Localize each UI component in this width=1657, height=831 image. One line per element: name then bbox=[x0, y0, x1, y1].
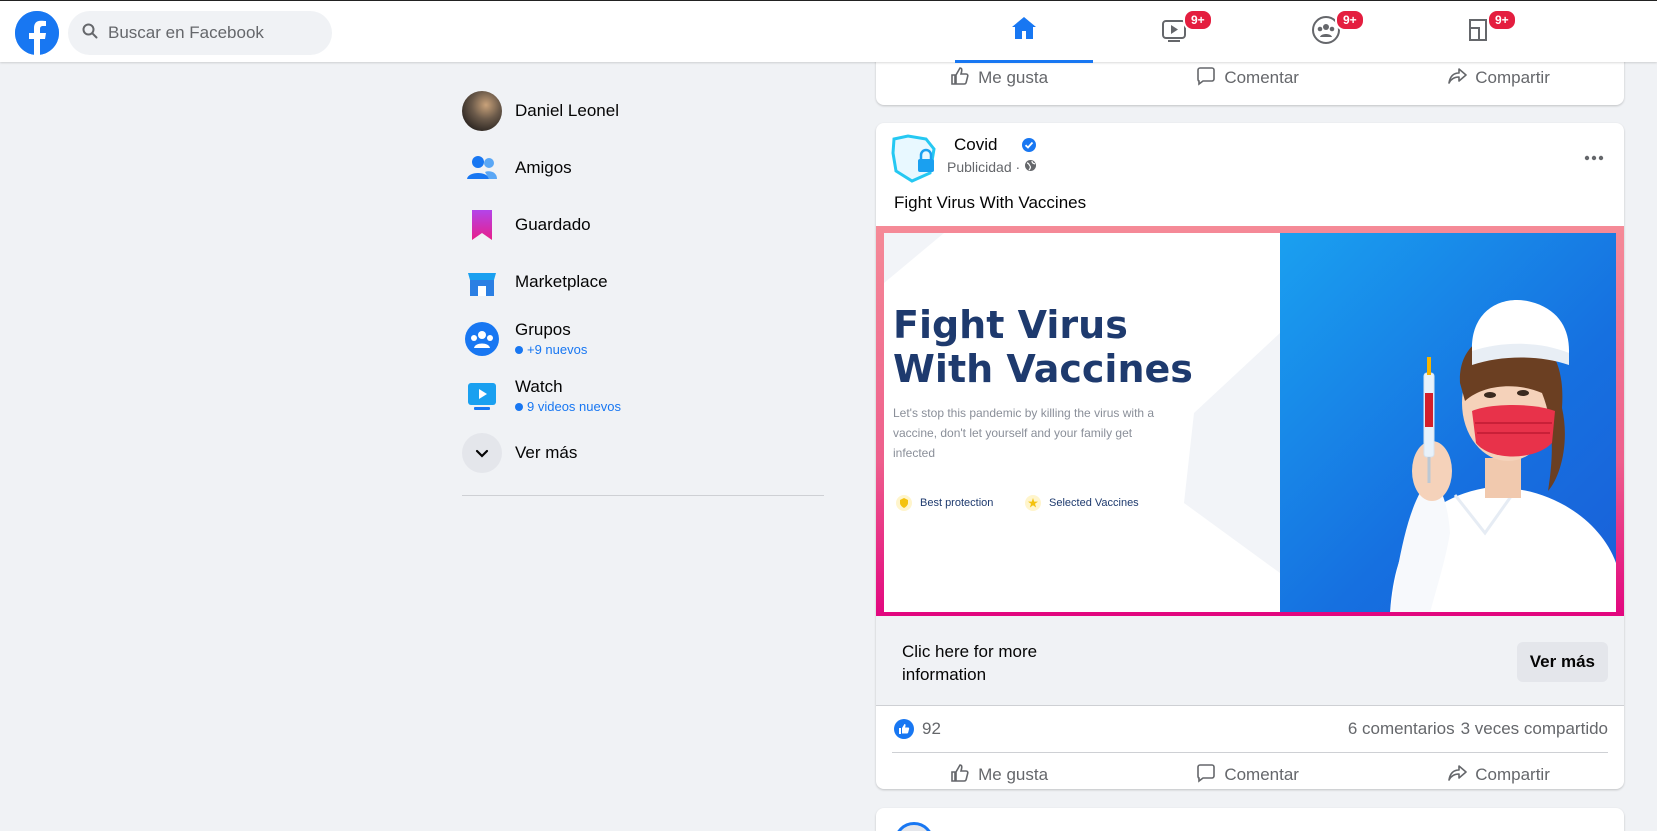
sidebar-item-sub: +9 nuevos bbox=[527, 342, 588, 357]
reactions-summary[interactable]: 92 bbox=[894, 719, 941, 739]
ad-title-line1: Fight Virus bbox=[893, 303, 1128, 347]
ad-banner: Fight Virus With Vaccines Let's stop thi… bbox=[884, 233, 1616, 612]
nurse-illustration bbox=[1390, 300, 1616, 612]
sidebar-item-groups[interactable]: Grupos +9 nuevos bbox=[462, 310, 824, 367]
tab-groups[interactable]: 9+ bbox=[1257, 1, 1395, 63]
avatar bbox=[462, 90, 502, 131]
see-more-button[interactable]: Ver más bbox=[1516, 642, 1608, 682]
share-icon bbox=[1447, 66, 1468, 91]
sidebar-item-subtext: +9 nuevos bbox=[515, 342, 587, 357]
sponsored-label: Publicidad · bbox=[947, 159, 1021, 175]
search-input[interactable] bbox=[108, 23, 308, 43]
tab-watch[interactable]: 9+ bbox=[1105, 1, 1243, 63]
comment-icon bbox=[1196, 763, 1216, 788]
like-count: 92 bbox=[922, 719, 941, 738]
engagement-counts: 6 comentarios 3 veces compartido bbox=[1348, 719, 1608, 739]
share-count[interactable]: 3 veces compartido bbox=[1461, 719, 1608, 739]
share-label: Compartir bbox=[1475, 68, 1550, 87]
shield-icon bbox=[896, 495, 912, 511]
new-dot-icon bbox=[515, 345, 523, 354]
post-stats: 92 6 comentarios 3 veces compartido bbox=[876, 706, 1624, 752]
ad-feature: Best protection bbox=[896, 495, 993, 511]
ad-right-panel bbox=[1280, 233, 1616, 612]
call-to-action-bar: Clic here for more information Ver más bbox=[876, 616, 1624, 706]
like-label: Me gusta bbox=[978, 68, 1049, 87]
ad-feature-label: Selected Vaccines bbox=[1049, 497, 1139, 509]
share-label: Compartir bbox=[1475, 765, 1550, 784]
share-icon bbox=[1447, 763, 1468, 788]
sidebar-item-label: Guardado bbox=[515, 214, 591, 234]
ad-image[interactable]: Fight Virus With Vaccines Let's stop thi… bbox=[876, 226, 1624, 616]
sidebar-item-friends[interactable]: Amigos bbox=[462, 139, 824, 196]
sidebar-item-profile[interactable]: Daniel Leonel bbox=[462, 82, 824, 139]
comment-label: Comentar bbox=[1224, 68, 1299, 87]
sidebar-see-more[interactable]: Ver más bbox=[462, 424, 824, 481]
new-dot-icon bbox=[515, 402, 523, 411]
like-button[interactable]: Me gusta bbox=[920, 757, 1078, 794]
sidebar-divider bbox=[462, 495, 824, 496]
ad-title-line2: With Vaccines bbox=[893, 347, 1193, 391]
watch-icon bbox=[462, 376, 502, 416]
sponsored-post-card: Covid Publicidad · Fight Virus With Vacc… bbox=[876, 123, 1624, 789]
star-icon bbox=[1025, 495, 1041, 511]
comment-label: Comentar bbox=[1224, 765, 1299, 784]
more-options-button[interactable] bbox=[1576, 137, 1612, 173]
facebook-logo[interactable] bbox=[15, 11, 59, 55]
share-button[interactable]: Compartir bbox=[1417, 757, 1580, 794]
search-box[interactable] bbox=[68, 11, 332, 55]
bookmark-icon bbox=[462, 205, 502, 245]
post-actions: Me gusta Comentar Compartir bbox=[876, 753, 1624, 797]
post-text: Fight Virus With Vaccines bbox=[894, 193, 1087, 212]
comment-button[interactable]: Comentar bbox=[1166, 60, 1329, 97]
chevron-down-icon bbox=[462, 432, 502, 473]
comment-icon bbox=[1196, 66, 1216, 91]
more-horizontal-icon bbox=[1584, 144, 1604, 167]
post-header: Covid Publicidad · bbox=[876, 123, 1624, 193]
tab-gaming[interactable]: 9+ bbox=[1409, 1, 1547, 63]
notification-badge: 9+ bbox=[1335, 9, 1365, 31]
home-icon bbox=[1010, 14, 1038, 47]
page-name[interactable]: Covid bbox=[954, 135, 997, 155]
sidebar-item-label: Amigos bbox=[515, 157, 572, 177]
ad-title: Fight Virus With Vaccines bbox=[893, 303, 1193, 391]
sidebar-item-label: Grupos bbox=[515, 320, 571, 339]
like-reaction-icon bbox=[894, 719, 914, 739]
verified-icon bbox=[1022, 138, 1036, 152]
sidebar-item-saved[interactable]: Guardado bbox=[462, 196, 824, 253]
sidebar-item-label: Marketplace bbox=[515, 271, 608, 291]
thumbs-up-icon bbox=[950, 763, 970, 788]
ad-left-panel: Fight Virus With Vaccines Let's stop thi… bbox=[884, 233, 1280, 612]
tab-home[interactable] bbox=[955, 1, 1093, 63]
ad-feature-label: Best protection bbox=[920, 497, 994, 509]
globe-icon bbox=[1024, 159, 1037, 175]
comment-count[interactable]: 6 comentarios bbox=[1348, 719, 1455, 739]
sidebar-item-label: Daniel Leonel bbox=[515, 100, 619, 120]
avatar[interactable] bbox=[894, 822, 934, 831]
sidebar-item-sub: 9 videos nuevos bbox=[527, 399, 621, 414]
thumbs-up-icon bbox=[950, 66, 970, 91]
sidebar-item-watch[interactable]: Watch 9 videos nuevos bbox=[462, 367, 824, 424]
notification-badge: 9+ bbox=[1487, 9, 1517, 31]
cta-text[interactable]: Clic here for more information bbox=[902, 640, 1102, 686]
sidebar-item-marketplace[interactable]: Marketplace bbox=[462, 253, 824, 310]
page-avatar[interactable] bbox=[890, 133, 940, 183]
search-icon bbox=[82, 23, 98, 44]
sidebar-item-subtext: 9 videos nuevos bbox=[515, 399, 621, 414]
notification-badge: 9+ bbox=[1183, 9, 1213, 31]
ad-feature: Selected Vaccines bbox=[1025, 495, 1139, 511]
share-button[interactable]: Compartir bbox=[1417, 60, 1580, 97]
sidebar-item-label: Ver más bbox=[515, 442, 578, 462]
sidebar-item-label: Watch bbox=[515, 377, 563, 396]
groups-icon bbox=[462, 319, 502, 359]
left-sidebar: Daniel Leonel Amigos Guardado Marketplac… bbox=[462, 82, 824, 496]
friends-icon bbox=[462, 148, 502, 188]
like-button[interactable]: Me gusta bbox=[920, 60, 1078, 97]
top-navigation-bar: 9+ 9+ 9+ bbox=[0, 0, 1657, 63]
post-meta: Publicidad · bbox=[947, 159, 1037, 175]
marketplace-icon bbox=[462, 262, 502, 302]
comment-button[interactable]: Comentar bbox=[1166, 757, 1329, 794]
ad-description: Let's stop this pandemic by killing the … bbox=[893, 406, 1155, 460]
like-label: Me gusta bbox=[978, 765, 1049, 784]
next-post-card bbox=[876, 808, 1624, 831]
